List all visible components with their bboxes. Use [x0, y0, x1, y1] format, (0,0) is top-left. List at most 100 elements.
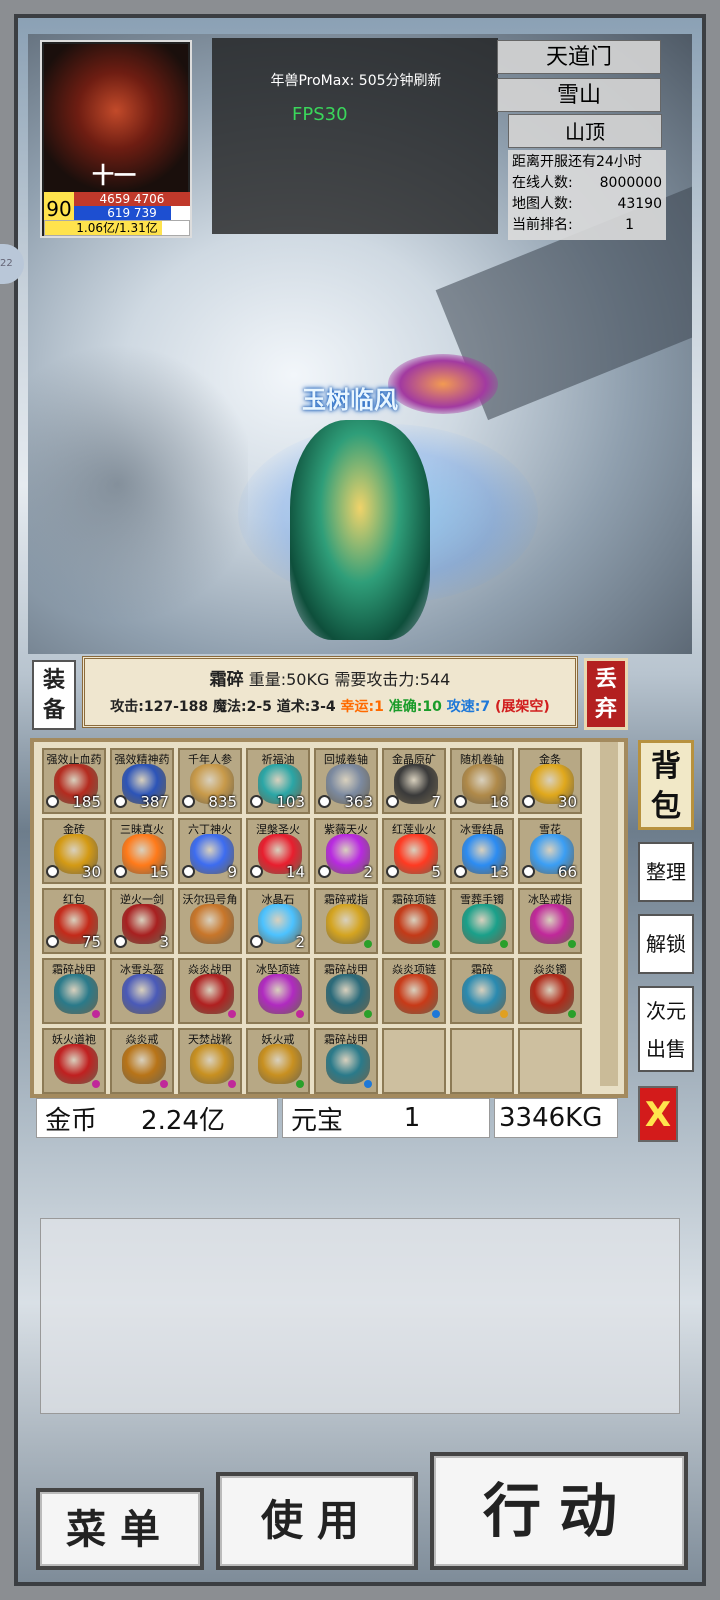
close-inventory-button[interactable]: X [638, 1086, 678, 1142]
lock-icon [318, 865, 331, 878]
inventory-slot[interactable]: 雪花 66 [518, 818, 582, 884]
inventory-slot[interactable]: 紫薇天火 2 [314, 818, 378, 884]
item-count: 75 [81, 933, 101, 951]
inventory-slot[interactable]: 强效精神药 387 [110, 748, 174, 814]
inventory-slot[interactable]: 金晶原矿 7 [382, 748, 446, 814]
inventory-slot[interactable]: 逆火一剑 3 [110, 888, 174, 954]
inventory-slot[interactable]: 回城卷轴 363 [314, 748, 378, 814]
item-icon [530, 904, 574, 944]
lock-icon [182, 795, 195, 808]
quality-dot-icon [568, 940, 576, 948]
inventory-slot[interactable]: 红莲业火 5 [382, 818, 446, 884]
inventory-slot[interactable]: 六丁神火 9 [178, 818, 242, 884]
inventory-slot[interactable]: 妖火戒 [246, 1028, 310, 1094]
inventory-slot[interactable]: 雪葬手镯 [450, 888, 514, 954]
item-count: 9 [227, 863, 237, 881]
map-count-value: 43190 [617, 196, 662, 212]
item-count: 13 [489, 863, 509, 881]
quality-dot-icon [364, 1080, 372, 1088]
inventory-slot[interactable]: 强效止血药 185 [42, 748, 106, 814]
menu-button[interactable]: 菜单 [36, 1488, 204, 1570]
use-button[interactable]: 使用 [216, 1472, 418, 1570]
item-icon [54, 1044, 98, 1084]
inventory-slot[interactable]: 焱炎战甲 [178, 958, 242, 1024]
quality-dot-icon [568, 1010, 576, 1018]
item-count: 15 [149, 863, 169, 881]
item-tao: 道术:3-4 [276, 699, 336, 715]
inventory-slot[interactable]: 金砖 30 [42, 818, 106, 884]
inventory-slot[interactable]: 焱炎戒 [110, 1028, 174, 1094]
drop-button[interactable]: 丢弃 [584, 658, 628, 730]
server-countdown: 距离开服还有24小时 [512, 154, 642, 170]
sort-button[interactable]: 整理 [638, 842, 694, 902]
currency-bar: 金币 2.24亿 元宝 1 3346KG [36, 1098, 622, 1138]
unlock-button[interactable]: 解锁 [638, 914, 694, 974]
inventory-slot[interactable]: 霜碎 [450, 958, 514, 1024]
action-button[interactable]: 行动 [430, 1452, 688, 1570]
inventory-slot[interactable]: 冰坠项链 [246, 958, 310, 1024]
inventory-grid: 强效止血药 185 强效精神药 387 千年人参 835 祈福油 103 回城卷轴 363 金晶原矿… [42, 748, 582, 1094]
quality-dot-icon [500, 1010, 508, 1018]
inventory-slot[interactable]: 焱炎项链 [382, 958, 446, 1024]
inventory-slot[interactable]: 妖火道袍 [42, 1028, 106, 1094]
item-icon [326, 904, 370, 944]
location-sect[interactable]: 天道门 [497, 40, 661, 74]
location-area[interactable]: 山顶 [508, 114, 662, 148]
inventory-slot-empty[interactable] [382, 1028, 446, 1094]
location-map[interactable]: 雪山 [497, 78, 661, 112]
inventory-slot[interactable]: 金条 30 [518, 748, 582, 814]
yuanbao-display: 元宝 1 [282, 1098, 490, 1138]
inventory-scrollbar[interactable] [600, 742, 618, 1086]
item-magic: 魔法:2-5 [212, 699, 272, 715]
inventory-slot[interactable]: 霜碎战甲 [42, 958, 106, 1024]
item-info-panel: 霜碎 重量:50KG 需要攻击力:544 攻击:127-188 魔法:2-5 道… [82, 656, 578, 728]
inventory-slot[interactable]: 天焚战靴 [178, 1028, 242, 1094]
item-count: 2 [295, 933, 305, 951]
item-count: 3 [159, 933, 169, 951]
inventory-slot[interactable]: 涅槃圣火 14 [246, 818, 310, 884]
fps-counter: FPS30 [292, 104, 348, 125]
item-icon [258, 1044, 302, 1084]
item-icon [326, 974, 370, 1014]
mp-text: 619 739 [107, 206, 157, 220]
pet-sprite [388, 354, 498, 414]
item-icon [190, 974, 234, 1014]
item-icon [122, 1044, 166, 1084]
inventory-slot[interactable]: 祈福油 103 [246, 748, 310, 814]
inventory-slot[interactable]: 红包 75 [42, 888, 106, 954]
inventory-slot[interactable]: 沃尔玛号角 [178, 888, 242, 954]
inventory-slot[interactable]: 霜碎战甲 [314, 958, 378, 1024]
info-overlay [212, 38, 498, 234]
bag-tab-button[interactable]: 背包 [638, 740, 694, 830]
chat-log-panel[interactable] [40, 1218, 680, 1414]
item-stats-line: 攻击:127-188 魔法:2-5 道术:3-4 幸运:1 准确:10 攻速:7… [85, 696, 575, 716]
player-avatar-panel[interactable]: 十一 90 4659 4706 619 739 1.06亿/1.31亿 [40, 40, 192, 238]
inventory-slot[interactable]: 千年人参 835 [178, 748, 242, 814]
player-character[interactable] [290, 420, 430, 640]
lock-icon [454, 865, 467, 878]
inventory-slot[interactable]: 霜碎项链 [382, 888, 446, 954]
equip-button[interactable]: 装备 [32, 660, 76, 730]
inventory-slot[interactable]: 三昧真火 15 [110, 818, 174, 884]
inventory-slot[interactable]: 冰晶石 2 [246, 888, 310, 954]
inventory-slot[interactable]: 霜碎戒指 [314, 888, 378, 954]
quality-dot-icon [500, 940, 508, 948]
quality-dot-icon [228, 1080, 236, 1088]
avatar-name: 十一 [92, 164, 137, 189]
lock-icon [114, 935, 127, 948]
online-label: 在线人数: [512, 175, 573, 191]
item-luck: 幸运:1 [340, 699, 384, 715]
item-icon [54, 974, 98, 1014]
inventory-slot[interactable]: 焱炎镯 [518, 958, 582, 1024]
lock-icon [454, 795, 467, 808]
inventory-slot[interactable]: 冰坠戒指 [518, 888, 582, 954]
inventory-slot[interactable]: 冰雪结晶 13 [450, 818, 514, 884]
inventory-slot[interactable]: 随机卷轴 18 [450, 748, 514, 814]
inventory-slot-empty[interactable] [518, 1028, 582, 1094]
inventory-slot-empty[interactable] [450, 1028, 514, 1094]
lock-icon [46, 865, 59, 878]
item-title-line: 霜碎 重量:50KG 需要攻击力:544 [85, 665, 575, 690]
inventory-slot[interactable]: 霜碎战甲 [314, 1028, 378, 1094]
dimension-sell-button[interactable]: 次元出售 [638, 986, 694, 1072]
inventory-slot[interactable]: 冰雪头盔 [110, 958, 174, 1024]
